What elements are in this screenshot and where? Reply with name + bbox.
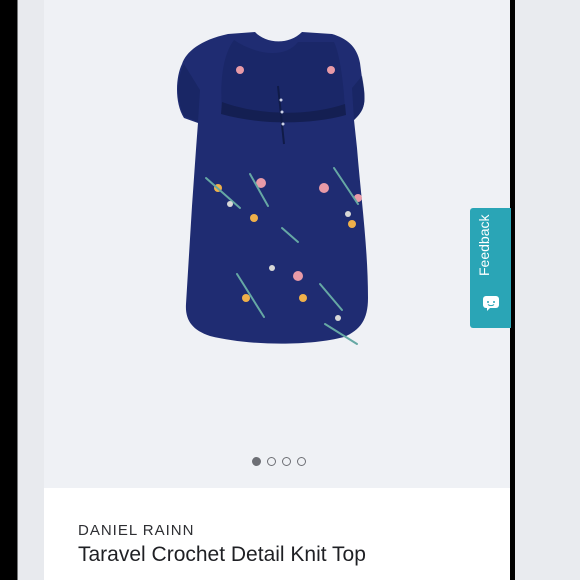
page-dot-4[interactable]	[297, 457, 306, 466]
feedback-button[interactable]: Feedback	[470, 208, 511, 328]
gallery-pagination	[252, 457, 306, 466]
product-info: DANIEL RAINN Taravel Crochet Detail Knit…	[44, 488, 510, 580]
feedback-label: Feedback	[476, 214, 492, 276]
page-dot-2[interactable]	[267, 457, 276, 466]
image-gallery[interactable]	[44, 0, 510, 488]
right-background-strip	[508, 0, 580, 580]
product-screen: DANIEL RAINN Taravel Crochet Detail Knit…	[44, 0, 510, 580]
page-dot-3[interactable]	[282, 457, 291, 466]
floral-knit-top-image	[177, 32, 368, 345]
product-title: Taravel Crochet Detail Knit Top	[78, 543, 366, 566]
left-background-strip	[0, 0, 44, 580]
page-dot-1[interactable]	[252, 457, 261, 466]
brand-name: DANIEL RAINN	[78, 522, 195, 539]
chat-bubble-icon	[483, 296, 499, 311]
